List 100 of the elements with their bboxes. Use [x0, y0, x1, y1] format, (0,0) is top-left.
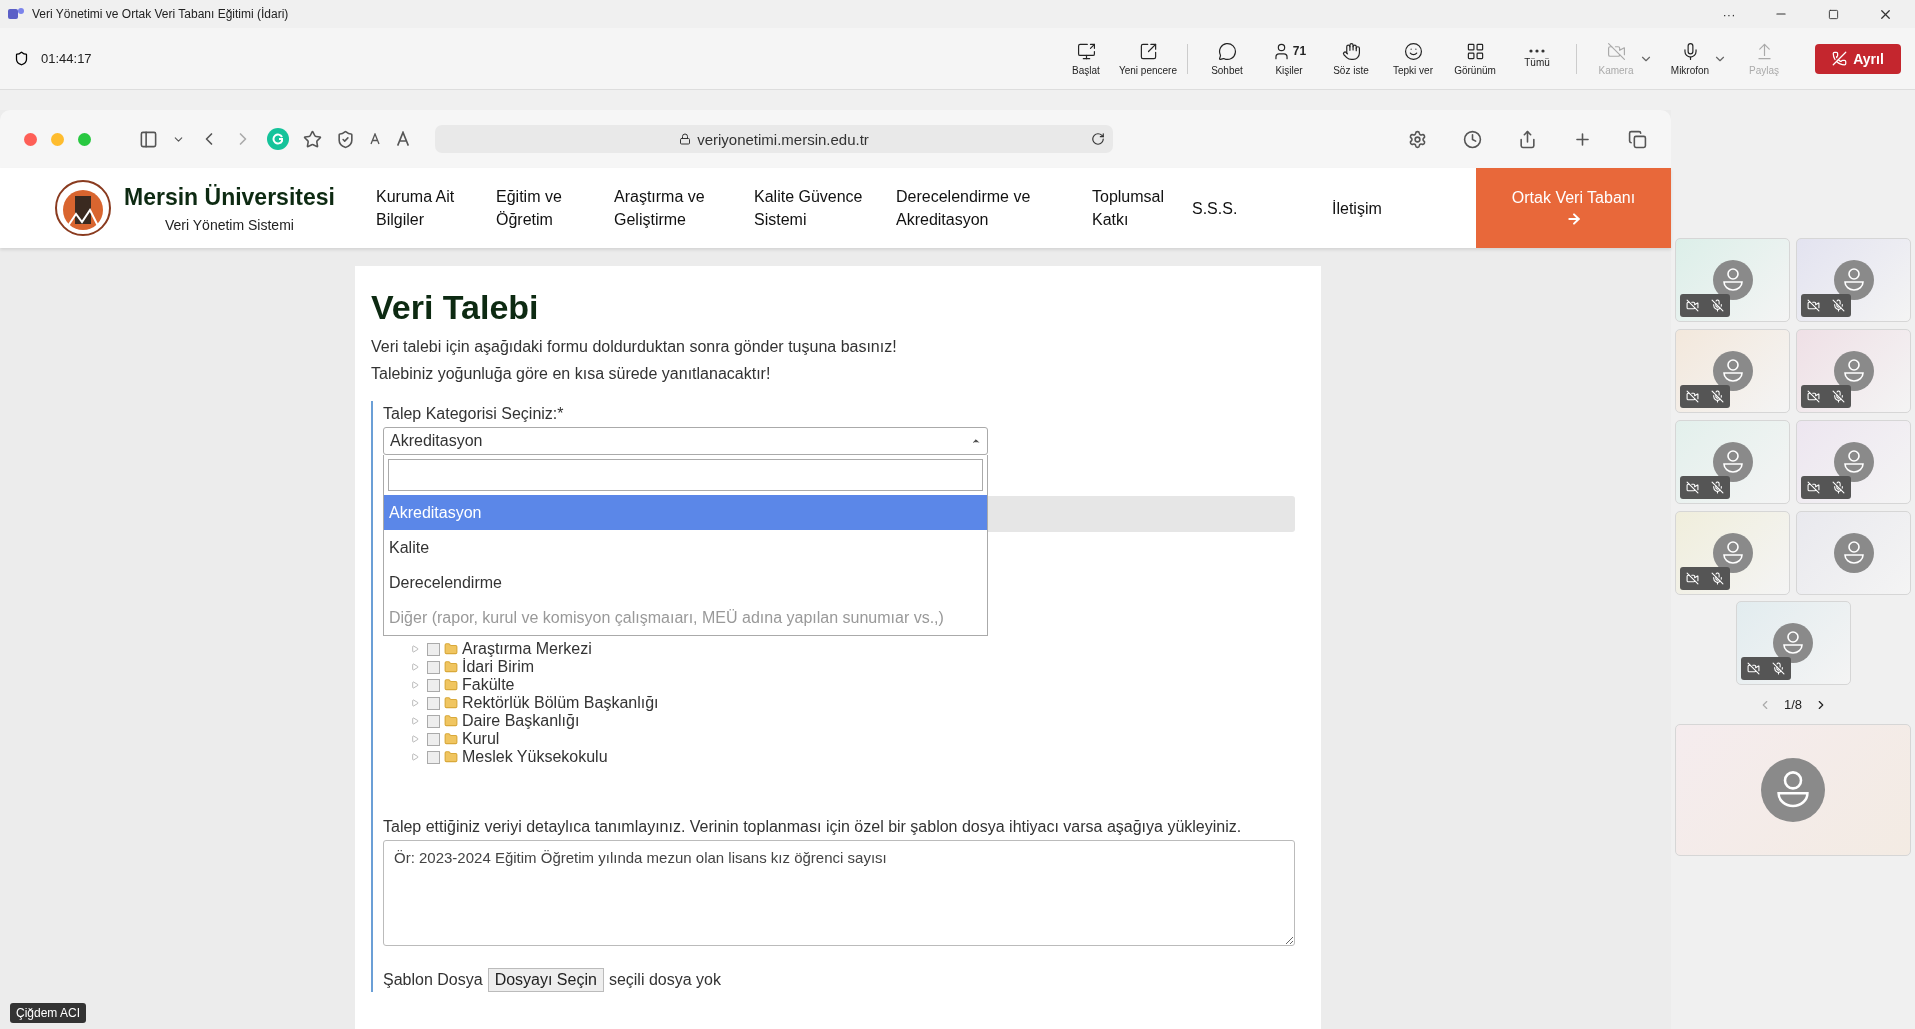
category-select[interactable]: Akreditasyon [383, 427, 988, 455]
meeting-timer: 01:44:17 [41, 51, 92, 66]
more-icon [1529, 49, 1545, 53]
participant-tile[interactable] [1675, 238, 1790, 322]
tree-item[interactable]: Rektörlük Bölüm Başkanlığı [462, 694, 659, 712]
participant-tile[interactable] [1796, 329, 1911, 413]
checkbox[interactable] [427, 642, 440, 656]
hand-icon [1341, 41, 1361, 61]
react-icon [1403, 41, 1423, 61]
page-title: Veri Talebi [371, 288, 540, 327]
settings-icon[interactable] [1408, 129, 1427, 149]
field-label: Şablon Dosya [383, 971, 483, 989]
menu-link[interactable]: İletişim [1332, 196, 1432, 220]
hang-up-icon [1832, 51, 1848, 66]
sidebar-icon[interactable] [139, 129, 158, 149]
folder-icon [444, 660, 458, 674]
maximize-icon[interactable] [1827, 8, 1839, 20]
checkbox[interactable] [427, 678, 440, 692]
tree-item[interactable]: Araştırma Merkezi [462, 640, 592, 658]
toolbar-button[interactable]: Görünüm [1444, 41, 1506, 76]
folder-icon [444, 696, 458, 710]
address-bar[interactable]: veriyonetimi.mersin.edu.tr [435, 125, 1113, 153]
reload-icon[interactable] [1091, 132, 1105, 146]
field-label: Talep Kategorisi Seçiniz:* [383, 405, 565, 423]
checkbox[interactable] [427, 660, 440, 674]
tree-item[interactable]: Kurul [462, 730, 500, 748]
participant-tile[interactable] [1675, 329, 1790, 413]
avatar-icon [1761, 758, 1825, 822]
description-field[interactable]: Ör: 2023-2024 Eğitim Öğretim yılında mezun olan lisans kız öğrenci sayısı [383, 840, 1295, 946]
close-dot[interactable] [24, 132, 37, 146]
file-status: seçili dosya yok [608, 971, 721, 989]
tree-item[interactable]: Daire Başkanlığı [462, 712, 580, 730]
checkbox[interactable] [427, 750, 440, 764]
present-icon [1076, 41, 1096, 61]
toolbar-button[interactable]: Tepki ver [1382, 41, 1444, 76]
site-subtitle: Veri Yönetim Sistemi [165, 216, 294, 233]
caret-icon [971, 436, 981, 446]
folder-icon [444, 714, 458, 728]
folder-icon [444, 642, 458, 656]
toolbar-button[interactable]: Yeni pencere [1117, 41, 1179, 76]
participant-tile[interactable] [1675, 511, 1790, 595]
text-smaller-icon[interactable] [369, 133, 381, 145]
checkbox[interactable] [427, 696, 440, 710]
tree-item[interactable]: Meslek Yüksekokulu [462, 748, 608, 766]
search-field[interactable] [388, 459, 983, 491]
toolbar-button[interactable]: Tümü [1506, 49, 1568, 68]
toolbar-button[interactable]: Söz iste [1320, 41, 1382, 76]
avatar-icon [1833, 351, 1874, 391]
participant-tile[interactable] [1675, 420, 1790, 504]
folder-icon [444, 732, 458, 746]
text-larger-icon[interactable] [395, 131, 411, 147]
avatar-icon [1712, 351, 1753, 391]
site-name: Mersin Üniversitesi [124, 183, 335, 211]
toolbar-button[interactable]: Sohbet [1196, 41, 1258, 76]
zoom-dot[interactable] [78, 132, 91, 146]
more-button[interactable]: ··· [1707, 6, 1751, 22]
star-icon[interactable] [303, 129, 322, 149]
camera-icon [1606, 41, 1626, 61]
participant-tile[interactable] [1796, 420, 1911, 504]
folder-icon [444, 750, 458, 764]
choose-file-button[interactable]: Dosyayı Seçin [487, 968, 604, 992]
toolbar-button[interactable]: Mikrofon [1659, 41, 1721, 76]
page-indicator: 1/8 [1783, 697, 1803, 712]
menu-link[interactable]: Toplumsal Katkı [1092, 185, 1192, 231]
participant-tile[interactable] [1796, 238, 1911, 322]
menu-link[interactable]: Eğitim ve Öğretim [496, 185, 614, 231]
tree-item[interactable]: Fakülte [462, 676, 515, 694]
popout-icon [1138, 41, 1158, 61]
participant-tile[interactable] [1735, 601, 1851, 685]
folder-icon [444, 678, 458, 692]
minimize-dot[interactable] [51, 132, 64, 146]
menu-link[interactable]: Kuruma Ait Bilgiler [376, 185, 496, 231]
app-logo-icon [8, 7, 24, 21]
participant-tile[interactable] [1796, 511, 1911, 595]
shield-icon [14, 51, 29, 66]
avatar-icon [1833, 533, 1874, 573]
menu-link[interactable]: Araştırma ve Geliştirme [614, 185, 754, 231]
intro-text: Veri talebi için aşağıdaki formu doldurduktan sonra gönder tuşuna basınız! [371, 337, 898, 357]
arrow-icon [1565, 211, 1582, 227]
checkbox[interactable] [427, 732, 440, 746]
shield-icon[interactable] [336, 129, 355, 149]
checkbox[interactable] [427, 714, 440, 728]
tree-item[interactable]: İdari Birim [462, 658, 534, 676]
menu-link[interactable]: Derecelendirme ve Akreditasyon [896, 185, 1092, 231]
toolbar-button[interactable]: Başlat [1055, 41, 1117, 76]
leave-button[interactable]: Ayrıl [1815, 43, 1901, 74]
avatar-icon [1833, 442, 1874, 482]
history-icon[interactable] [1463, 129, 1482, 149]
menu-link[interactable]: S.S.S. [1192, 196, 1332, 220]
share-icon[interactable] [1518, 129, 1537, 149]
chat-icon [1217, 41, 1237, 61]
field-label: Talep ettiğiniz veriyi detaylıca tanımlayınız. Verinin toplanması için özel bir şablon dosya ihtiyacı varsa aşağıya yükleyiniz. [383, 818, 1243, 836]
lock-icon [679, 133, 692, 145]
toolbar-button[interactable]: 71 Kişiler [1258, 41, 1320, 76]
menu-link[interactable]: Kalite Güvence Sistemi [754, 185, 896, 231]
people-count: 71 [1292, 44, 1307, 58]
window-title: Veri Yönetimi ve Ortak Veri Tabanı Eğitimi (İdari) [32, 7, 289, 21]
view-icon [1465, 41, 1485, 61]
avatar-icon [1712, 442, 1753, 482]
tabs-icon[interactable] [1628, 129, 1647, 149]
